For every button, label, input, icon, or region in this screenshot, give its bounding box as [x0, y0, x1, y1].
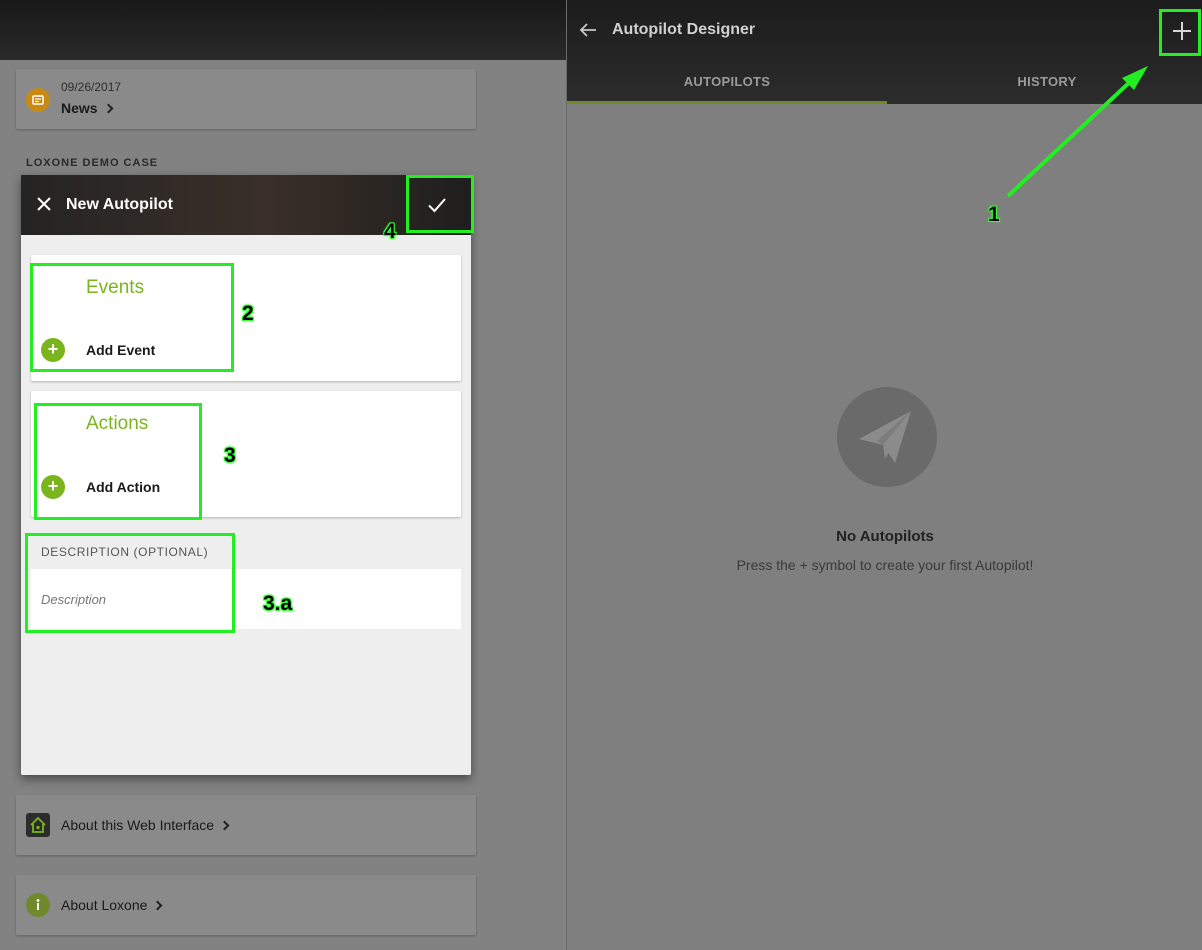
tab-autopilots[interactable]: AUTOPILOTS [567, 60, 887, 104]
info-icon [26, 893, 50, 917]
empty-state-title: No Autopilots [836, 528, 934, 545]
about-web-label: About this Web Interface [61, 817, 215, 833]
chevron-right-icon [103, 103, 114, 114]
add-event-button[interactable]: Add Event [86, 342, 155, 358]
add-action-plus-icon[interactable]: + [41, 475, 65, 499]
new-autopilot-dialog: New Autopilot Events + Add Event Actions… [21, 175, 471, 775]
annotation-label-1: 1 [988, 203, 1000, 226]
left-top-bar [0, 0, 566, 60]
paper-plane-icon [837, 387, 937, 487]
right-pane: Autopilot Designer AUTOPILOTS HISTORY No… [566, 0, 1202, 950]
tab-history[interactable]: HISTORY [887, 60, 1202, 104]
annotation-label-2: 2 [242, 302, 254, 325]
description-label: DESCRIPTION (OPTIONAL) [41, 545, 209, 559]
dialog-title: New Autopilot [66, 196, 173, 213]
annotation-label-4: 4 [384, 220, 396, 243]
actions-card: Actions + Add Action [31, 391, 461, 517]
annotation-label-3a: 3.a [263, 592, 293, 615]
check-icon[interactable] [426, 194, 448, 216]
chevron-right-icon [152, 900, 163, 911]
about-loxone-card[interactable]: About Loxone [16, 875, 476, 935]
close-icon[interactable] [35, 195, 53, 213]
about-loxone-link[interactable]: About Loxone [61, 897, 163, 913]
section-label: LOXONE DEMO CASE [26, 157, 159, 169]
chevron-right-icon [219, 820, 230, 831]
add-action-button[interactable]: Add Action [86, 479, 160, 495]
actions-title: Actions [86, 413, 149, 434]
news-label: News [61, 100, 98, 116]
designer-header: Autopilot Designer AUTOPILOTS HISTORY [567, 0, 1202, 104]
home-logo-icon [26, 813, 50, 837]
plus-icon[interactable] [1170, 19, 1194, 43]
annotation-label-3: 3 [224, 444, 236, 467]
newspaper-icon [26, 88, 50, 112]
arrow-left-icon[interactable] [579, 22, 597, 38]
dialog-header: New Autopilot [21, 175, 471, 235]
events-title: Events [86, 277, 145, 298]
about-loxone-label: About Loxone [61, 897, 148, 913]
empty-state-subtitle: Press the + symbol to create your first … [736, 557, 1034, 573]
news-card[interactable]: 09/26/2017 News [16, 69, 476, 129]
news-link[interactable]: News [61, 100, 114, 116]
add-event-plus-icon[interactable]: + [41, 338, 65, 362]
description-input[interactable] [31, 569, 461, 629]
about-web-interface-card[interactable]: About this Web Interface [16, 795, 476, 855]
about-web-link[interactable]: About this Web Interface [61, 817, 230, 833]
description-field[interactable] [31, 569, 461, 629]
designer-title: Autopilot Designer [612, 21, 756, 38]
news-date: 09/26/2017 [61, 80, 122, 94]
